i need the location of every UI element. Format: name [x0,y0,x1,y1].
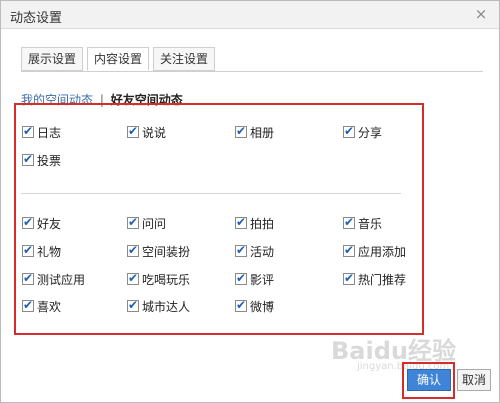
checkbox-label: 相册 [250,125,275,140]
close-icon[interactable]: × [473,6,489,22]
checkbox-box[interactable]: ✔ [22,271,34,285]
checkbox-box[interactable]: ✔ [22,152,34,166]
checkbox-chengshidaren[interactable]: ✔ 城市达人 [127,298,190,314]
check-icon: ✔ [344,271,355,285]
checkbox-label: 活动 [250,244,275,259]
checkbox-label: 投票 [37,153,62,168]
checkbox-rementuijian[interactable]: ✔ 热门推荐 [343,271,406,287]
tab-display-settings[interactable]: 展示设置 [21,47,83,71]
feed-subtabs: 我的空间动态 | 好友空间动态 [21,91,183,108]
checkbox-box[interactable]: ✔ [127,215,139,229]
checkbox-box[interactable]: ✔ [22,124,34,138]
checkbox-box[interactable]: ✔ [22,243,34,257]
checkbox-box[interactable]: ✔ [235,298,247,312]
checkbox-label: 影评 [250,272,275,287]
check-icon: ✔ [236,271,247,285]
checkbox-ceshiyingyong[interactable]: ✔ 测试应用 [22,271,85,287]
checkbox-toupiao[interactable]: ✔ 投票 [22,152,61,168]
checkbox-label: 喜欢 [37,299,62,314]
check-icon: ✔ [344,124,355,138]
checkbox-wenwen[interactable]: ✔ 问问 [127,215,166,231]
check-icon: ✔ [236,215,247,229]
checkbox-box[interactable]: ✔ [22,298,34,312]
check-icon: ✔ [128,271,139,285]
checkbox-box[interactable]: ✔ [343,124,355,138]
checkbox-huodong[interactable]: ✔ 活动 [235,243,274,259]
checkbox-label: 礼物 [37,244,62,259]
checkbox-rizhi[interactable]: ✔ 日志 [22,124,61,140]
subtab-friends-feed[interactable]: 好友空间动态 [111,91,183,108]
checkbox-haoyou[interactable]: ✔ 好友 [22,215,61,231]
check-icon: ✔ [23,271,34,285]
check-icon: ✔ [23,152,34,166]
tab-content-settings[interactable]: 内容设置 [87,47,149,71]
check-icon: ✔ [23,298,34,312]
checkbox-box[interactable]: ✔ [235,243,247,257]
checkbox-xihuan[interactable]: ✔ 喜欢 [22,298,61,314]
checkbox-label: 说说 [142,125,167,140]
checkbox-xiangce[interactable]: ✔ 相册 [235,124,274,140]
checkbox-box[interactable]: ✔ [22,215,34,229]
check-icon: ✔ [236,298,247,312]
checkbox-box[interactable]: ✔ [343,215,355,229]
check-icon: ✔ [23,243,34,257]
checkbox-box[interactable]: ✔ [343,271,355,285]
check-icon: ✔ [128,124,139,138]
checkbox-label: 应用添加 [358,244,407,259]
checkbox-yingping[interactable]: ✔ 影评 [235,271,274,287]
checkbox-chihewanle[interactable]: ✔ 吃喝玩乐 [127,271,190,287]
check-icon: ✔ [128,215,139,229]
check-icon: ✔ [236,243,247,257]
checkbox-label: 空间装扮 [142,244,191,259]
checkbox-kongjianzhuangban[interactable]: ✔ 空间装扮 [127,243,190,259]
dialog-title: 动态设置 [10,11,63,26]
dialog-titlebar: 动态设置 × [1,1,499,29]
checkbox-box[interactable]: ✔ [127,124,139,138]
checkbox-label: 城市达人 [142,299,191,314]
check-icon: ✔ [128,298,139,312]
checkbox-label: 测试应用 [37,272,86,287]
checkbox-yinyue[interactable]: ✔ 音乐 [343,215,382,231]
check-icon: ✔ [23,124,34,138]
checkbox-yingyongtianjia[interactable]: ✔ 应用添加 [343,243,406,259]
checkbox-box[interactable]: ✔ [127,298,139,312]
check-icon: ✔ [128,243,139,257]
checkbox-label: 吃喝玩乐 [142,272,191,287]
checkbox-label: 问问 [142,216,167,231]
group-divider [21,193,401,194]
checkbox-label: 拍拍 [250,216,275,231]
tab-follow-settings[interactable]: 关注设置 [153,47,215,71]
checkbox-weibo[interactable]: ✔ 微博 [235,298,274,314]
checkbox-label: 日志 [37,125,62,140]
dynamic-settings-dialog: 动态设置 × 展示设置 内容设置 关注设置 我的空间动态 | 好友空间动态 ✔ … [0,0,500,403]
cancel-button[interactable]: 取消 [457,369,491,391]
check-icon: ✔ [236,124,247,138]
checkbox-paipai[interactable]: ✔ 拍拍 [235,215,274,231]
checkbox-box[interactable]: ✔ [235,271,247,285]
confirm-button[interactable]: 确认 [407,369,451,391]
checkbox-liwu[interactable]: ✔ 礼物 [22,243,61,259]
check-icon: ✔ [344,243,355,257]
checkbox-box[interactable]: ✔ [343,243,355,257]
subtab-separator: | [99,93,104,107]
subtab-my-feed[interactable]: 我的空间动态 [21,91,93,108]
checkbox-box[interactable]: ✔ [127,243,139,257]
checkbox-label: 分享 [358,125,383,140]
tabs-divider [21,71,483,72]
checkbox-fenxiang[interactable]: ✔ 分享 [343,124,382,140]
checkbox-label: 热门推荐 [358,272,407,287]
checkbox-label: 好友 [37,216,62,231]
checkbox-box[interactable]: ✔ [235,124,247,138]
checkbox-label: 音乐 [358,216,383,231]
checkbox-box[interactable]: ✔ [127,271,139,285]
checkbox-shuoshuo[interactable]: ✔ 说说 [127,124,166,140]
check-icon: ✔ [23,215,34,229]
check-icon: ✔ [344,215,355,229]
checkbox-box[interactable]: ✔ [235,215,247,229]
checkbox-label: 微博 [250,299,275,314]
